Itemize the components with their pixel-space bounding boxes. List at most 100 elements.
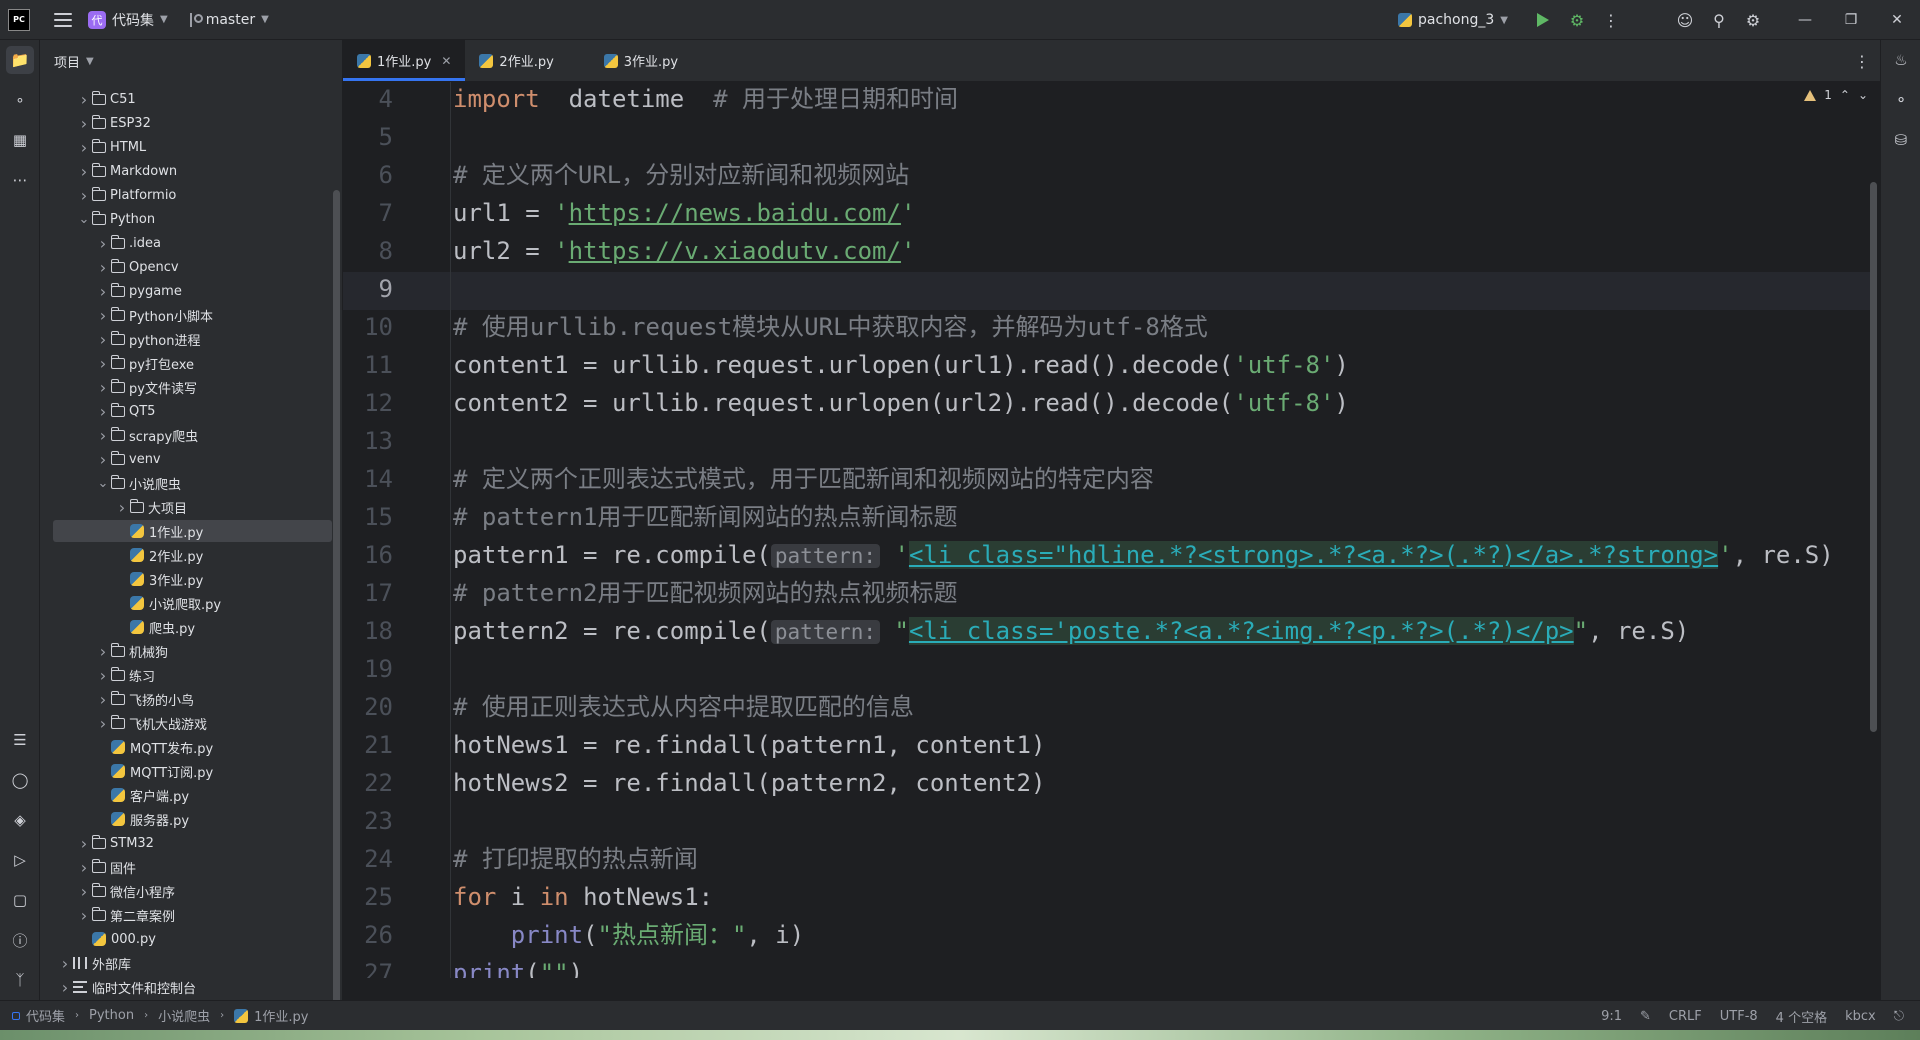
line-number[interactable]: 16 [343,536,393,574]
chevron-right-icon[interactable]: › [76,906,92,925]
line-number[interactable]: 13 [343,422,393,460]
code-line[interactable]: print("") [453,954,583,978]
line-number[interactable]: 18 [343,612,393,650]
tab-actions-icon[interactable]: ⋮ [1854,40,1870,82]
restore-button[interactable]: ❐ [1828,0,1874,40]
tree-item[interactable]: › 练习 [53,664,332,686]
code-line[interactable]: # 使用正则表达式从内容中提取匹配的信息 [453,688,914,726]
minimize-button[interactable]: — [1782,0,1828,40]
structure-tool-button[interactable]: ▦ [6,126,34,154]
tree-item[interactable]: › .idea [53,232,332,254]
code-line[interactable]: content1 = urllib.request.urlopen(url1).… [453,346,1349,384]
tree-item[interactable]: ⌄ Python [53,208,332,230]
chevron-right-icon[interactable]: › [114,498,130,517]
breadcrumb-item[interactable]: 1作业.py [254,1006,308,1025]
project-switcher[interactable]: 代 代码集 ▼ [88,10,168,30]
line-number[interactable]: 20 [343,688,393,726]
tree-item[interactable]: 3作业.py [53,568,332,590]
database-button[interactable]: ⛁ [1887,126,1915,154]
editor-tab[interactable]: 3作业.py [590,40,714,81]
code-line[interactable]: import datetime # 用于处理日期和时间 [453,82,958,118]
chevron-down-icon[interactable]: ⌄ [1858,88,1868,102]
line-number[interactable]: 4 [343,82,393,118]
tree-item[interactable]: › 微信小程序 [53,880,332,902]
chevron-right-icon[interactable]: › [95,378,111,397]
chevron-right-icon[interactable]: › [95,258,111,277]
line-number[interactable]: 27 [343,954,393,978]
settings-button[interactable]: ⚙ [1736,0,1770,40]
code-line[interactable]: content2 = urllib.request.urlopen(url2).… [453,384,1349,422]
code-line[interactable]: # 打印提取的热点新闻 [453,840,698,878]
code-line[interactable]: # 使用urllib.request模块从URL中获取内容，并解码为utf-8格… [453,308,1208,346]
chevron-right-icon[interactable]: › [57,978,73,997]
chevron-right-icon[interactable]: › [95,666,111,685]
tree-item[interactable]: › 大项目 [53,496,332,518]
tree-item[interactable]: › scrapy爬虫 [53,424,332,446]
code-line[interactable]: pattern2 = re.compile(pattern: "<li clas… [453,612,1689,651]
chevron-right-icon[interactable]: › [95,714,111,733]
line-number[interactable]: 5 [343,118,393,156]
tree-item[interactable]: › C51 [53,88,332,110]
tree-item[interactable]: 服务器.py [53,808,332,830]
chevron-right-icon[interactable]: › [95,282,111,301]
tree-item[interactable]: MQTT发布.py [53,736,332,758]
chevron-right-icon[interactable]: › [95,306,111,325]
chevron-right-icon[interactable]: › [76,858,92,877]
code-line[interactable]: pattern1 = re.compile(pattern: '<li clas… [453,536,1834,575]
line-number[interactable]: 12 [343,384,393,422]
line-number[interactable]: 22 [343,764,393,802]
chevron-right-icon[interactable]: › [95,426,111,445]
line-number-gutter[interactable]: 4 5 6 7 8 9 10 11 12 13 14 15 16 17 18 19 20 21 22 23 24 25 26… [343,82,451,978]
line-number[interactable]: 9 [343,270,393,308]
line-number[interactable]: 14 [343,460,393,498]
breadcrumb-item[interactable]: 代码集 [26,1006,65,1025]
tree-item[interactable]: › 飞扬的小鸟 [53,688,332,710]
chevron-right-icon[interactable]: › [95,690,111,709]
code-line[interactable]: hotNews1 = re.findall(pattern1, content1… [453,726,1045,764]
line-number[interactable]: 8 [343,232,393,270]
tree-item[interactable]: ⌄ 小说爬虫 [53,472,332,494]
line-number[interactable]: 17 [343,574,393,612]
tree-item[interactable]: › 飞机大战游戏 [53,712,332,734]
keymap-indicator[interactable]: kbcx [1845,1009,1876,1024]
tree-item[interactable]: 2作业.py [53,544,332,566]
chevron-up-icon[interactable]: ⌃ [1840,88,1850,102]
tree-item[interactable]: MQTT订阅.py [53,760,332,782]
tree-item[interactable]: › QT5 [53,400,332,422]
tree-item[interactable]: › pygame [53,280,332,302]
tree-item[interactable]: › HTML [53,136,332,158]
inspection-widget[interactable]: 1 ⌃ ⌄ [1804,88,1868,102]
code-line[interactable]: hotNews2 = re.findall(pattern2, content2… [453,764,1045,802]
close-tab-icon[interactable]: ✕ [441,54,451,68]
chevron-right-icon[interactable]: › [76,186,92,205]
code-line[interactable]: for i in hotNews1: [453,878,713,916]
chevron-right-icon[interactable]: › [95,450,111,469]
chevron-right-icon[interactable]: › [76,882,92,901]
file-encoding[interactable]: UTF-8 [1720,1009,1758,1024]
tree-item[interactable]: 小说爬取.py [53,592,332,614]
indent-setting[interactable]: 4 个空格 [1776,1007,1827,1026]
vcs-branch-switcher[interactable]: master ▼ [188,12,269,28]
chevron-down-icon[interactable]: ⌄ [95,476,111,491]
run-button[interactable] [1526,0,1560,40]
todo-tool-button[interactable]: ☰ [6,726,34,754]
tree-item[interactable]: › py打包exe [53,352,332,374]
lock-icon[interactable]: ⎋ [1894,1009,1904,1024]
chevron-right-icon[interactable]: › [95,354,111,373]
python-packages-button[interactable]: ◯ [6,766,34,794]
tree-item[interactable]: 1作业.py [53,520,332,542]
tree-item[interactable]: › ESP32 [53,112,332,134]
chevron-right-icon[interactable]: › [76,90,92,109]
line-number[interactable]: 11 [343,346,393,384]
line-number[interactable]: 21 [343,726,393,764]
tree-item[interactable]: › 固件 [53,856,332,878]
chevron-right-icon[interactable]: › [57,954,73,973]
project-tool-button[interactable]: 📁 [6,46,34,74]
notifications-button[interactable]: ♨ [1887,46,1915,74]
chevron-right-icon[interactable]: › [95,330,111,349]
more-actions-button[interactable]: ⋮ [1594,0,1628,40]
tree-item[interactable]: 000.py [53,928,332,950]
code-editor[interactable]: 4 5 6 7 8 9 10 11 12 13 14 15 16 17 18 19 20 21 22 23 24 25 26… [343,82,1880,978]
line-number[interactable]: 23 [343,802,393,840]
editor-scrollbar[interactable] [1870,182,1877,732]
